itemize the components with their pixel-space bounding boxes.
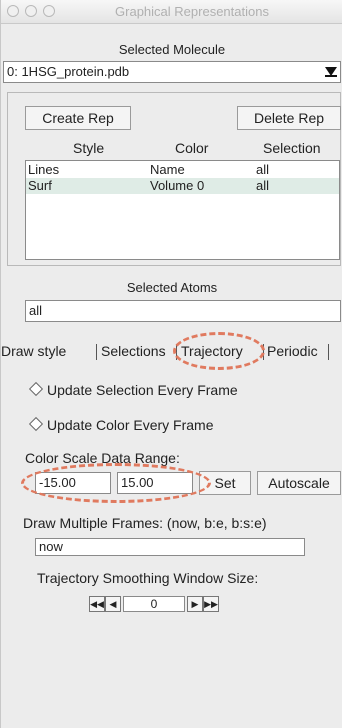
smoothing-value-input[interactable]: 0	[123, 596, 185, 612]
set-button[interactable]: Set	[199, 471, 251, 495]
molecule-select[interactable]: 0: 1HSG_protein.pdb	[3, 61, 341, 83]
rep-style: Surf	[28, 178, 52, 193]
column-header-style: Style	[73, 140, 105, 156]
settings-tabs: Draw style Selections Trajectory Periodi…	[1, 340, 342, 364]
delete-rep-button[interactable]: Delete Rep	[237, 106, 341, 130]
tab-trajectory[interactable]: Trajectory	[181, 340, 243, 364]
smoothing-last-icon[interactable]: ▶▶	[203, 596, 219, 612]
tab-selections[interactable]: Selections	[101, 340, 166, 364]
multiframe-label: Draw Multiple Frames: (now, b:e, b:s:e)	[23, 515, 267, 531]
tab-draw-style[interactable]: Draw style	[1, 340, 66, 364]
smoothing-increase-icon[interactable]: ▶	[187, 596, 203, 612]
rep-selection: all	[256, 162, 270, 177]
tab-periodic[interactable]: Periodic	[267, 340, 318, 364]
rep-selection: all	[256, 178, 270, 193]
color-scale-label: Color Scale Data Range:	[25, 450, 180, 466]
update-selection-label: Update Selection Every Frame	[47, 382, 238, 398]
rep-row[interactable]: Lines Name all	[26, 162, 339, 178]
range-min-input[interactable]: -15.00	[35, 472, 111, 494]
update-color-label: Update Color Every Frame	[47, 417, 214, 433]
smoothing-label: Trajectory Smoothing Window Size:	[37, 570, 259, 586]
selected-atoms-input[interactable]: all	[25, 300, 341, 322]
window-title: Graphical Representations	[115, 4, 269, 19]
selected-molecule-heading: Selected Molecule	[118, 42, 226, 57]
smoothing-decrease-icon[interactable]: ◀	[105, 596, 121, 612]
rep-color: Volume 0	[150, 178, 205, 193]
radio-diamond-icon[interactable]	[28, 381, 44, 397]
dropdown-arrow-icon[interactable]	[325, 67, 337, 77]
smoothing-first-icon[interactable]: ◀◀	[89, 596, 105, 612]
selected-atoms-heading: Selected Atoms	[126, 280, 218, 295]
range-max-input[interactable]: 15.00	[117, 472, 193, 494]
graphical-representations-window: Graphical Representations Selected Molec…	[0, 0, 342, 728]
multiframe-input[interactable]: now	[35, 538, 305, 556]
tab-divider	[328, 344, 329, 360]
autoscale-button[interactable]: Autoscale	[257, 471, 341, 495]
tab-divider	[176, 344, 177, 360]
molecule-select-value: 0: 1HSG_protein.pdb	[7, 64, 130, 79]
tab-divider	[263, 344, 264, 360]
tab-divider	[96, 344, 97, 360]
create-rep-button[interactable]: Create Rep	[25, 106, 131, 130]
column-header-selection: Selection	[263, 140, 321, 156]
update-selection-option[interactable]: Update Selection Every Frame	[28, 381, 238, 398]
rep-color: Name	[150, 162, 185, 177]
update-color-option[interactable]: Update Color Every Frame	[28, 416, 214, 433]
radio-diamond-icon[interactable]	[28, 416, 44, 432]
rep-style: Lines	[28, 162, 60, 177]
rep-row-selected[interactable]: Surf Volume 0 all	[26, 178, 339, 194]
column-header-color: Color	[175, 140, 209, 156]
representation-list: Lines Name all Surf Volume 0 all	[25, 160, 340, 260]
title-bar: Graphical Representations	[1, 0, 342, 24]
